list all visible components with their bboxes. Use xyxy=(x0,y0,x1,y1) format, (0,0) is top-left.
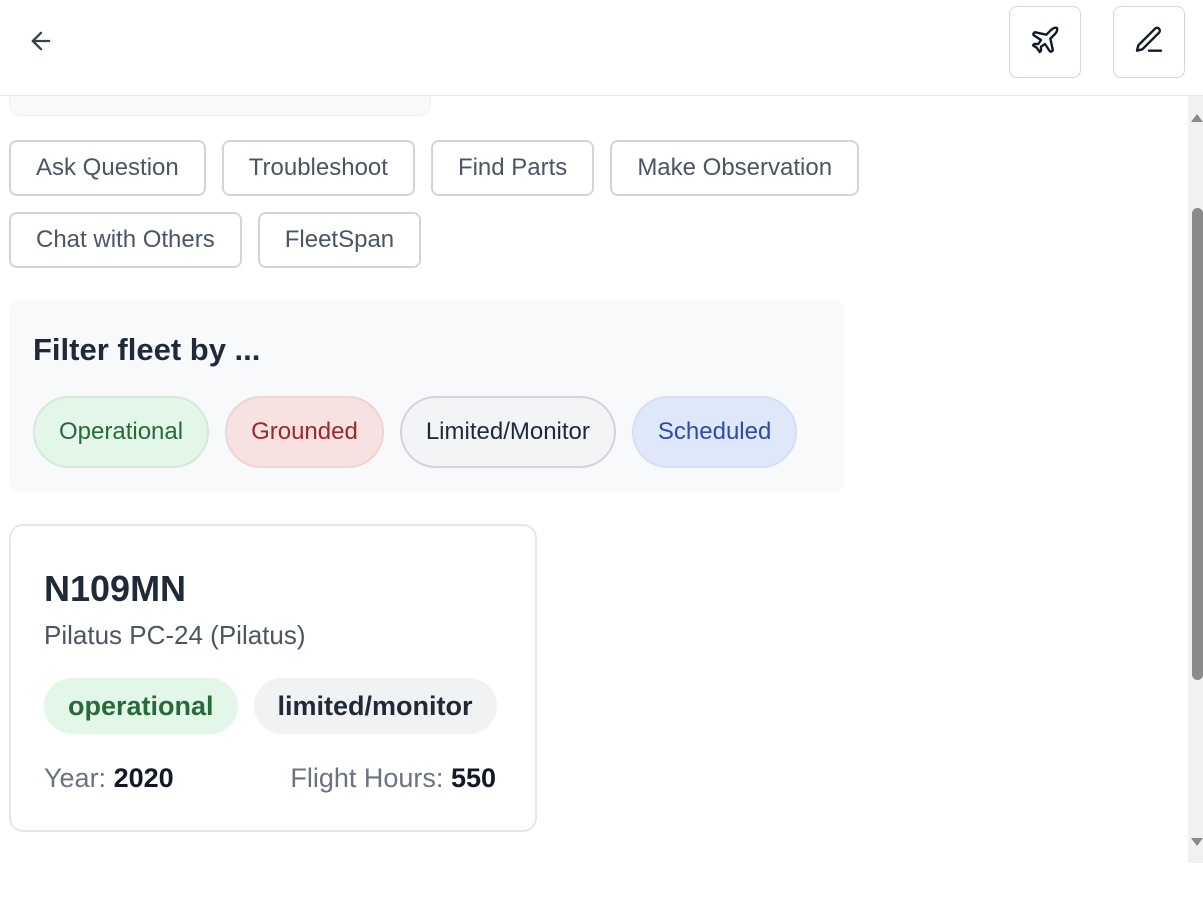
aircraft-card[interactable]: N109MN Pilatus PC-24 (Pilatus) operation… xyxy=(9,524,537,832)
make-observation-button[interactable]: Make Observation xyxy=(610,140,860,196)
scroll-up-icon[interactable] xyxy=(1191,114,1203,122)
aircraft-model: Pilatus PC-24 (Pilatus) xyxy=(44,620,306,650)
scroll-down-icon[interactable] xyxy=(1191,838,1203,846)
year-label: Year: xyxy=(44,763,107,793)
filter-chip-grounded[interactable]: Grounded xyxy=(225,396,384,468)
filter-chip-scheduled[interactable]: Scheduled xyxy=(631,396,798,468)
filter-chips: Operational Grounded Limited/Monitor Sch… xyxy=(33,396,798,468)
chat-with-others-button[interactable]: Chat with Others xyxy=(9,212,242,268)
fleet-button[interactable] xyxy=(1009,6,1081,78)
year-value: 2020 xyxy=(113,763,174,793)
previous-card xyxy=(9,96,431,116)
scroll-thumb[interactable] xyxy=(1192,208,1203,680)
status-badges: operational limited/monitor xyxy=(44,678,497,734)
status-badge-operational: operational xyxy=(44,678,238,734)
fleet-filter-panel: Filter fleet by ... Operational Grounded… xyxy=(9,300,844,492)
quick-actions-row-1: Ask Question Troubleshoot Find Parts Mak… xyxy=(9,140,860,196)
quick-actions-row-2: Chat with Others FleetSpan xyxy=(9,212,422,268)
filter-title: Filter fleet by ... xyxy=(33,332,261,367)
ask-question-button[interactable]: Ask Question xyxy=(9,140,206,196)
fleetspan-button[interactable]: FleetSpan xyxy=(257,212,422,268)
arrow-left-icon xyxy=(27,27,55,60)
flight-hours-stat: Flight Hours: 550 xyxy=(290,763,496,794)
back-button[interactable] xyxy=(22,24,60,62)
plane-icon xyxy=(1029,24,1061,61)
status-badge-limited-monitor: limited/monitor xyxy=(253,678,497,734)
flight-hours-label: Flight Hours: xyxy=(290,763,444,793)
tail-number: N109MN xyxy=(44,568,187,609)
flight-hours-value: 550 xyxy=(450,763,496,793)
troubleshoot-button[interactable]: Troubleshoot xyxy=(221,140,415,196)
vertical-scrollbar[interactable] xyxy=(1188,96,1203,863)
year-stat: Year: 2020 xyxy=(44,763,174,794)
top-bar xyxy=(0,0,1203,96)
find-parts-button[interactable]: Find Parts xyxy=(430,140,595,196)
filter-chip-limited-monitor[interactable]: Limited/Monitor xyxy=(399,396,616,468)
main-content: Ask Question Troubleshoot Find Parts Mak… xyxy=(0,96,1188,903)
edit-button[interactable] xyxy=(1113,6,1185,78)
filter-chip-operational[interactable]: Operational xyxy=(33,396,210,468)
pencil-icon xyxy=(1133,24,1165,61)
